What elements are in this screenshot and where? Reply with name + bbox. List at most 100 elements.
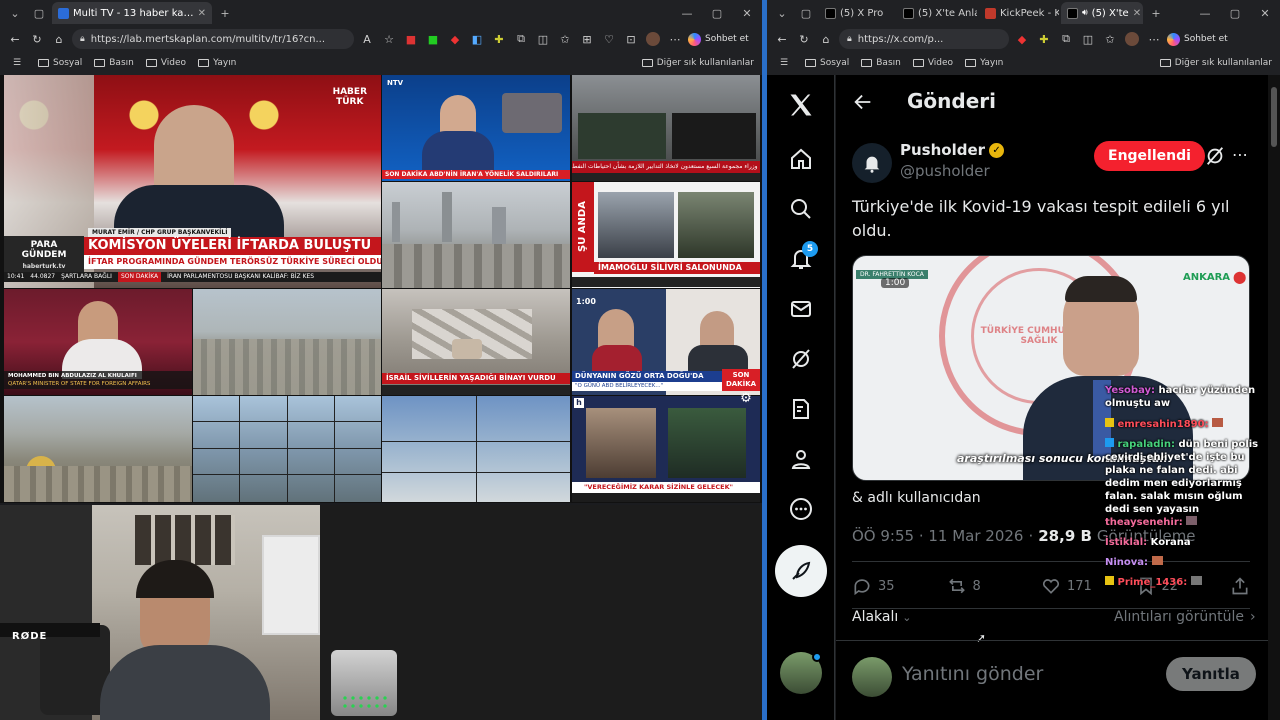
relevant-sort[interactable]: Alakalı ⌄ (852, 609, 911, 625)
bookmark-video[interactable]: Video (912, 58, 953, 68)
bookmark-video[interactable]: Video (145, 58, 186, 68)
new-tab-icon[interactable]: + (1145, 2, 1167, 24)
extension-icon-1[interactable]: ◆ (1013, 30, 1031, 48)
close-window-icon[interactable]: ✕ (732, 0, 762, 26)
tab-menu-chevron-icon[interactable]: ⌄ (771, 2, 793, 24)
extension-icon-4[interactable]: ◧ (468, 30, 486, 48)
tv-tile-rubble[interactable]: İSRAİL SİVİLLERİN YAŞADIĞI BİNAYI VURDU (382, 289, 570, 395)
reply-button[interactable]: Yanıtla (1166, 657, 1256, 691)
bookmark-basin[interactable]: Basın (94, 58, 134, 68)
grok-explain-icon[interactable] (1204, 145, 1226, 167)
other-bookmarks[interactable]: Diğer sık kullanılanlar (1159, 58, 1272, 68)
close-window-icon[interactable]: ✕ (1250, 0, 1280, 26)
minimize-icon[interactable]: — (1190, 0, 1220, 26)
more-options-icon[interactable]: ⋯ (1232, 145, 1248, 164)
back-icon[interactable]: ← (773, 30, 791, 48)
close-tab-icon[interactable]: ✕ (1133, 8, 1141, 19)
tab-x-pro[interactable]: (5) X Pro (819, 2, 895, 24)
maximize-icon[interactable]: ▢ (702, 0, 732, 26)
home-icon[interactable] (789, 147, 813, 171)
new-tab-icon[interactable]: + (214, 2, 236, 24)
tab-kickpeek[interactable]: KickPeek - K (979, 2, 1059, 24)
back-arrow-icon[interactable] (852, 91, 874, 113)
grok-icon[interactable] (789, 347, 813, 371)
reply-action[interactable]: 35 (852, 576, 947, 596)
compose-post-button[interactable] (775, 545, 827, 597)
split-screen-icon[interactable]: ◫ (534, 30, 552, 48)
other-bookmarks[interactable]: Diğer sık kullanılanlar (641, 58, 754, 68)
more-circle-icon[interactable] (789, 497, 813, 521)
home-icon[interactable]: ⌂ (817, 30, 835, 48)
tv-tile-arabic-news[interactable]: وزراء مجموعة السبع مستعدون لاتخاذ التداب… (572, 75, 760, 181)
tab-menu-chevron-icon[interactable]: ⌄ (4, 2, 26, 24)
address-bar[interactable]: 🔒︎ https://lab.mertskaplan.com/multitv/t… (72, 29, 354, 49)
tv-tile-qatar-minister[interactable]: MOHAMMED BIN ABDULAZIZ AL KHULAIFI QATAR… (4, 289, 192, 395)
refresh-icon[interactable]: ↻ (28, 30, 46, 48)
tv-tile-orta-dogu[interactable]: 1:00 DÜNYANIN GÖZÜ ORTA DOĞU'DA "O GÜNÜ … (572, 289, 760, 395)
favorites-icon[interactable]: ✩ (1101, 30, 1119, 48)
settings-gear-icon[interactable]: ⚙ (738, 390, 754, 406)
tab-x-anla[interactable]: (5) X'te Anla (897, 2, 977, 24)
repost-action[interactable]: 8 (947, 576, 1042, 596)
author-avatar[interactable] (852, 143, 892, 183)
extensions-icon[interactable]: ⧉ (512, 30, 530, 48)
favorites-icon[interactable]: ✩ (556, 30, 574, 48)
tv-tile-haberglobal[interactable]: h "VERECEĞİMİZ KARAR SİZİNLE GELECEK" (572, 396, 760, 502)
profile-avatar[interactable] (644, 30, 662, 48)
read-aloud-icon[interactable]: A (358, 30, 376, 48)
tv-tile-city-skyline[interactable] (382, 182, 570, 288)
tv-tile-webcam-grid-a[interactable] (193, 396, 381, 502)
collections-icon[interactable]: ⊞ (578, 30, 596, 48)
workspaces-icon[interactable]: ▢ (28, 2, 50, 24)
tab-multi-tv[interactable]: Multi TV - 13 haber kanalını aynı a ✕ (52, 2, 212, 24)
bookmark-yayin[interactable]: Yayın (198, 58, 236, 68)
tv-tile-city-aerial[interactable] (193, 289, 381, 395)
home-icon[interactable]: ⌂ (50, 30, 68, 48)
view-quotes-link[interactable]: Alıntıları görüntüle › (1114, 609, 1256, 625)
tv-tile-jerusalem[interactable] (4, 396, 192, 502)
screenshot-icon[interactable]: ⊡ (622, 30, 640, 48)
address-bar[interactable]: 🔒︎ https://x.com/p... (839, 29, 1009, 49)
more-menu-icon[interactable]: ⋯ (1145, 30, 1163, 48)
tab-x-active[interactable]: 🔊︎ (5) X'te ✕ (1061, 2, 1143, 24)
maximize-icon[interactable]: ▢ (1220, 0, 1250, 26)
extension-icon-2[interactable]: ✚ (1035, 30, 1053, 48)
bookmark-sosyal[interactable]: Sosyal (38, 58, 82, 68)
bookmark-sosyal[interactable]: Sosyal (805, 58, 849, 68)
bookmark-yayin[interactable]: Yayın (965, 58, 1003, 68)
blocked-button[interactable]: Engellendi (1094, 141, 1205, 171)
tv-tile-webcam-grid-b[interactable] (382, 396, 570, 502)
author-handle[interactable]: @pusholder (900, 162, 990, 180)
copilot-button[interactable]: Sohbet et (688, 32, 749, 46)
audio-icon[interactable]: 🔊︎ (1082, 8, 1088, 18)
minimize-icon[interactable]: — (672, 0, 702, 26)
notes-edit-icon[interactable] (789, 397, 813, 421)
bookmark-basin[interactable]: Basın (861, 58, 901, 68)
bookmarks-menu-icon[interactable]: ☰ (775, 54, 793, 72)
reply-input[interactable]: Yanıtını gönder (902, 663, 1043, 685)
split-screen-icon[interactable]: ◫ (1079, 30, 1097, 48)
extensions-icon[interactable]: ⧉ (1057, 30, 1075, 48)
back-icon[interactable]: ← (6, 30, 24, 48)
extension-icon-5[interactable]: ✚ (490, 30, 508, 48)
more-menu-icon[interactable]: ⋯ (666, 30, 684, 48)
close-tab-icon[interactable]: ✕ (198, 8, 206, 19)
tv-tile-haberturk[interactable]: HABER TÜRK MURAT EMİR / CHP GRUP BAŞKANVE… (4, 75, 381, 288)
favorite-star-icon[interactable]: ☆ (380, 30, 398, 48)
extension-icon-3[interactable]: ◆ (446, 30, 464, 48)
scrollbar-thumb[interactable] (1271, 87, 1277, 147)
tv-tile-ntv[interactable]: NTV SON DAKİKA ABD'NİN İRAN'A YÖNELİK SA… (382, 75, 570, 181)
profile-avatar[interactable] (1123, 30, 1141, 48)
performance-icon[interactable]: ♡ (600, 30, 618, 48)
messages-envelope-icon[interactable] (789, 297, 813, 321)
x-logo-icon[interactable] (787, 91, 815, 119)
bookmarks-menu-icon[interactable]: ☰ (8, 54, 26, 72)
tv-tile-imamoglu[interactable]: ŞU ANDA İMAMOĞLU SİLİVRİ SALONUNDA (572, 182, 760, 288)
tagged-users[interactable]: & adlı kullanıcıdan (852, 490, 981, 506)
workspaces-icon[interactable]: ▢ (795, 2, 817, 24)
author-name-row[interactable]: Pusholder ✓ (900, 141, 1005, 159)
timestamp[interactable]: ÖÖ 9:55 · 11 Mar 2026 (852, 527, 1023, 545)
search-icon[interactable] (789, 197, 813, 221)
refresh-icon[interactable]: ↻ (795, 30, 813, 48)
profile-person-icon[interactable] (789, 447, 813, 471)
